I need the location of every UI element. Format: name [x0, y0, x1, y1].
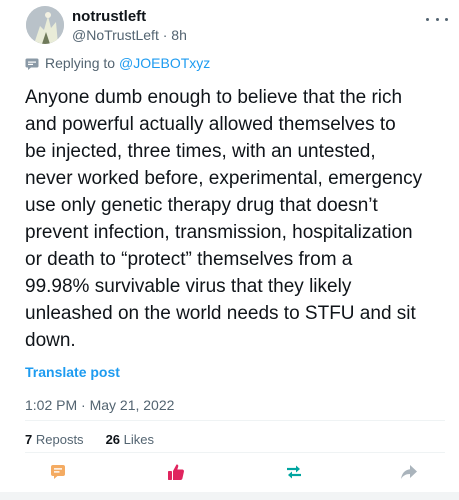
engagement-stats: 7 Reposts 26 Likes [25, 432, 154, 447]
comment-icon[interactable] [48, 462, 68, 482]
share-icon[interactable] [399, 462, 419, 482]
more-icon[interactable] [426, 12, 448, 26]
likes-label: Likes [123, 432, 155, 447]
reposts-count: 7 [25, 432, 33, 447]
author-meta: @NoTrustLeft · 8h [72, 27, 187, 43]
post-card: notrustleft @NoTrustLeft · 8h Replying t… [0, 0, 459, 500]
author-name[interactable]: notrustleft [72, 8, 146, 25]
bottom-bar [0, 492, 459, 500]
translate-link[interactable]: Translate post [25, 364, 120, 380]
post-timestamp[interactable]: 1:02 PM · May 21, 2022 [25, 397, 174, 413]
reply-icon [25, 57, 39, 70]
reposts-label: Reposts [35, 432, 84, 447]
reposts-stat[interactable]: 7 Reposts [25, 432, 84, 447]
replying-mention-link[interactable]: @JOEBOTxyz [119, 55, 210, 71]
author-handle[interactable]: @NoTrustLeft [72, 27, 159, 43]
post-text: Anyone dumb enough to believe that the r… [25, 87, 423, 351]
repost-icon[interactable] [284, 462, 304, 482]
thumbs-up-icon[interactable] [166, 462, 186, 482]
avatar[interactable] [26, 6, 64, 44]
avatar-image [26, 6, 64, 44]
divider [25, 420, 445, 421]
likes-count: 26 [105, 432, 121, 447]
likes-stat[interactable]: 26 Likes [106, 432, 154, 447]
replying-to: Replying to @JOEBOTxyz [25, 55, 210, 71]
time-ago[interactable]: 8h [171, 27, 187, 43]
replying-label: Replying to [45, 55, 116, 71]
meta-separator: · [158, 27, 172, 43]
divider [25, 452, 445, 453]
